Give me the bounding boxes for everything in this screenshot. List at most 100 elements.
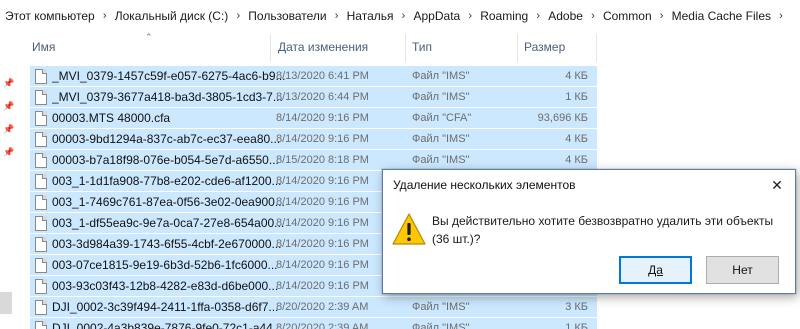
file-row[interactable]: DJI_0002-4a3b839e-7876-9fe0-72c1-a44... 8… [30, 318, 597, 329]
pin-icon: 📌 [3, 78, 15, 88]
file-row[interactable]: _MVI_0379-3677a418-ba3d-3805-1cd3-7... 8/… [30, 87, 597, 108]
file-icon [35, 153, 47, 168]
file-name: 00003-9bd1294a-837c-ab7c-ec37-eea80... [52, 132, 281, 146]
breadcrumb-item[interactable]: Этот компьютер › [2, 0, 112, 32]
file-size: 93,696 КБ [537, 112, 588, 124]
file-row[interactable]: 00003-9bd1294a-837c-ab7c-ec37-eea80... 8/… [30, 129, 597, 150]
chevron-right-icon[interactable]: › [586, 10, 600, 22]
yes-button[interactable]: Да [619, 256, 692, 284]
file-name: _MVI_0379-3677a418-ba3d-3805-1cd3-7... [52, 90, 283, 104]
file-size: 4 КБ [565, 154, 588, 166]
chevron-right-icon[interactable]: › [330, 10, 344, 22]
file-icon [35, 321, 47, 329]
file-icon [35, 237, 47, 252]
column-header-type[interactable]: Тип [412, 32, 512, 62]
file-date: 8/20/2020 2:39 AM [276, 322, 369, 329]
chevron-right-icon[interactable]: › [531, 10, 545, 22]
breadcrumb-item-label: AppData [413, 9, 461, 23]
breadcrumb-item[interactable]: Наталья › [344, 0, 411, 32]
breadcrumb-item-label: Этот компьютер [5, 9, 95, 23]
file-type: Файл "CFA" [412, 112, 472, 124]
chevron-right-icon[interactable]: › [774, 10, 788, 22]
navigation-pane-edge: 📌 📌 📌 📌 [0, 62, 22, 329]
file-icon [35, 300, 47, 315]
breadcrumb-item-label: Adobe [548, 9, 583, 23]
file-date: 8/14/2020 9:16 PM [276, 133, 369, 145]
column-divider[interactable] [405, 34, 406, 62]
column-divider[interactable] [517, 34, 518, 62]
file-icon [35, 279, 47, 294]
warning-icon [392, 213, 426, 245]
file-row[interactable]: 00003.MTS 48000.cfa 8/14/2020 9:16 PM Файл… [30, 108, 597, 129]
column-header-type-label: Тип [412, 40, 433, 54]
file-date: 8/13/2020 6:41 PM [276, 70, 369, 82]
column-header-size[interactable]: Размер [524, 32, 594, 62]
file-name: 003_1-7469c761-87ea-0f56-3e02-0ea900... [52, 195, 285, 209]
column-header-name[interactable]: Имя [32, 32, 272, 62]
dialog-title: Удаление нескольких элементов [393, 178, 576, 192]
file-icon [35, 90, 47, 105]
breadcrumb-item[interactable]: Пользователи › [245, 0, 343, 32]
file-type: Файл "IMS" [412, 91, 470, 103]
dialog-body: Вы действительно хотите безвозвратно уда… [383, 200, 795, 293]
file-row[interactable]: 00003-b7a18f98-076e-b054-5e7d-a6550... 8/… [30, 150, 597, 171]
file-row[interactable]: DJI_0002-3c39f494-2411-1ffa-0358-d6f7...… [30, 297, 597, 318]
breadcrumb-item-label: Локальный диск (C:) [114, 9, 229, 23]
file-name: 003-93c03f43-12b8-4282-e83d-d6be000... [52, 279, 279, 293]
file-size: 1 КБ [565, 322, 588, 329]
yes-button-label: Да [648, 263, 663, 277]
delete-confirmation-dialog: Удаление нескольких элементов ✕ Вы дейст… [382, 169, 796, 294]
close-icon[interactable]: ✕ [759, 170, 795, 200]
breadcrumb-item[interactable]: Roaming › [477, 0, 545, 32]
file-size: 4 КБ [565, 70, 588, 82]
breadcrumb-item[interactable]: Локальный диск (C:) › [112, 0, 246, 32]
file-type: Файл "IMS" [412, 133, 470, 145]
column-header-date-label: Дата изменения [278, 40, 369, 54]
file-name: 003_1-df55ea9c-9e7a-0ca7-27e8-654a00... [52, 216, 285, 230]
file-name: 00003-b7a18f98-076e-b054-5e7d-a6550... [52, 153, 279, 167]
column-divider[interactable] [270, 34, 271, 62]
no-button-label: Нет [732, 263, 753, 277]
file-name: 003_1-1d1fa908-77b8-e202-cde6-af1200... [52, 174, 282, 188]
file-icon [35, 195, 47, 210]
navigation-scrollbar-thumb[interactable] [0, 292, 12, 314]
chevron-right-icon[interactable]: › [231, 10, 245, 22]
file-icon [35, 174, 47, 189]
no-button[interactable]: Нет [706, 256, 779, 284]
pin-icon: 📌 [3, 147, 15, 157]
file-date: 8/13/2020 6:44 PM [276, 91, 369, 103]
breadcrumb-item[interactable]: Adobe › [545, 0, 600, 32]
breadcrumb-item[interactable]: Common › [600, 0, 669, 32]
file-name: 003-3d984a39-1743-6f55-4cbf-2e670000... [52, 237, 282, 251]
dialog-message: Вы действительно хотите безвозвратно уда… [432, 214, 774, 246]
pin-icon: 📌 [3, 124, 15, 134]
column-header-name-label: Имя [32, 40, 56, 54]
breadcrumb-item-label: Пользователи [248, 9, 327, 23]
breadcrumb-item-label: Наталья [346, 9, 394, 23]
file-row[interactable]: _MVI_0379-1457c59f-e057-6275-4ac6-b9... 8… [30, 66, 597, 87]
chevron-right-icon[interactable]: › [397, 10, 411, 22]
column-divider[interactable] [596, 34, 597, 62]
file-date: 8/14/2020 9:16 PM [276, 112, 369, 124]
file-name: DJI_0002-4a3b839e-7876-9fe0-72c1-a44... [52, 321, 283, 329]
chevron-right-icon[interactable]: › [98, 10, 112, 22]
file-date: 8/15/2020 8:18 PM [276, 154, 369, 166]
breadcrumb-item-label: Media Cache Files [671, 9, 771, 23]
breadcrumb-item[interactable]: AppData › [411, 0, 478, 32]
pin-icon: 📌 [3, 101, 15, 111]
breadcrumb-item[interactable]: Media Cache Files › [669, 0, 788, 32]
breadcrumb-item-label: Roaming [480, 9, 529, 23]
chevron-right-icon[interactable]: › [463, 10, 477, 22]
file-name: DJI_0002-3c39f494-2411-1ffa-0358-d6f7... [52, 300, 279, 314]
column-header-date[interactable]: Дата изменения [278, 32, 408, 62]
file-type: Файл "IMS" [412, 322, 470, 329]
chevron-right-icon[interactable]: › [655, 10, 669, 22]
file-icon [35, 111, 47, 126]
dialog-titlebar[interactable]: Удаление нескольких элементов ✕ [383, 170, 795, 200]
file-name: 00003.MTS 48000.cfa [52, 111, 171, 125]
file-name: 003-07ce1815-9e19-6b3d-52b6-1fc6000... [52, 258, 278, 272]
breadcrumb-item-label: Common [602, 9, 652, 23]
file-icon [35, 258, 47, 273]
file-icon [35, 132, 47, 147]
file-type: Файл "IMS" [412, 301, 470, 313]
